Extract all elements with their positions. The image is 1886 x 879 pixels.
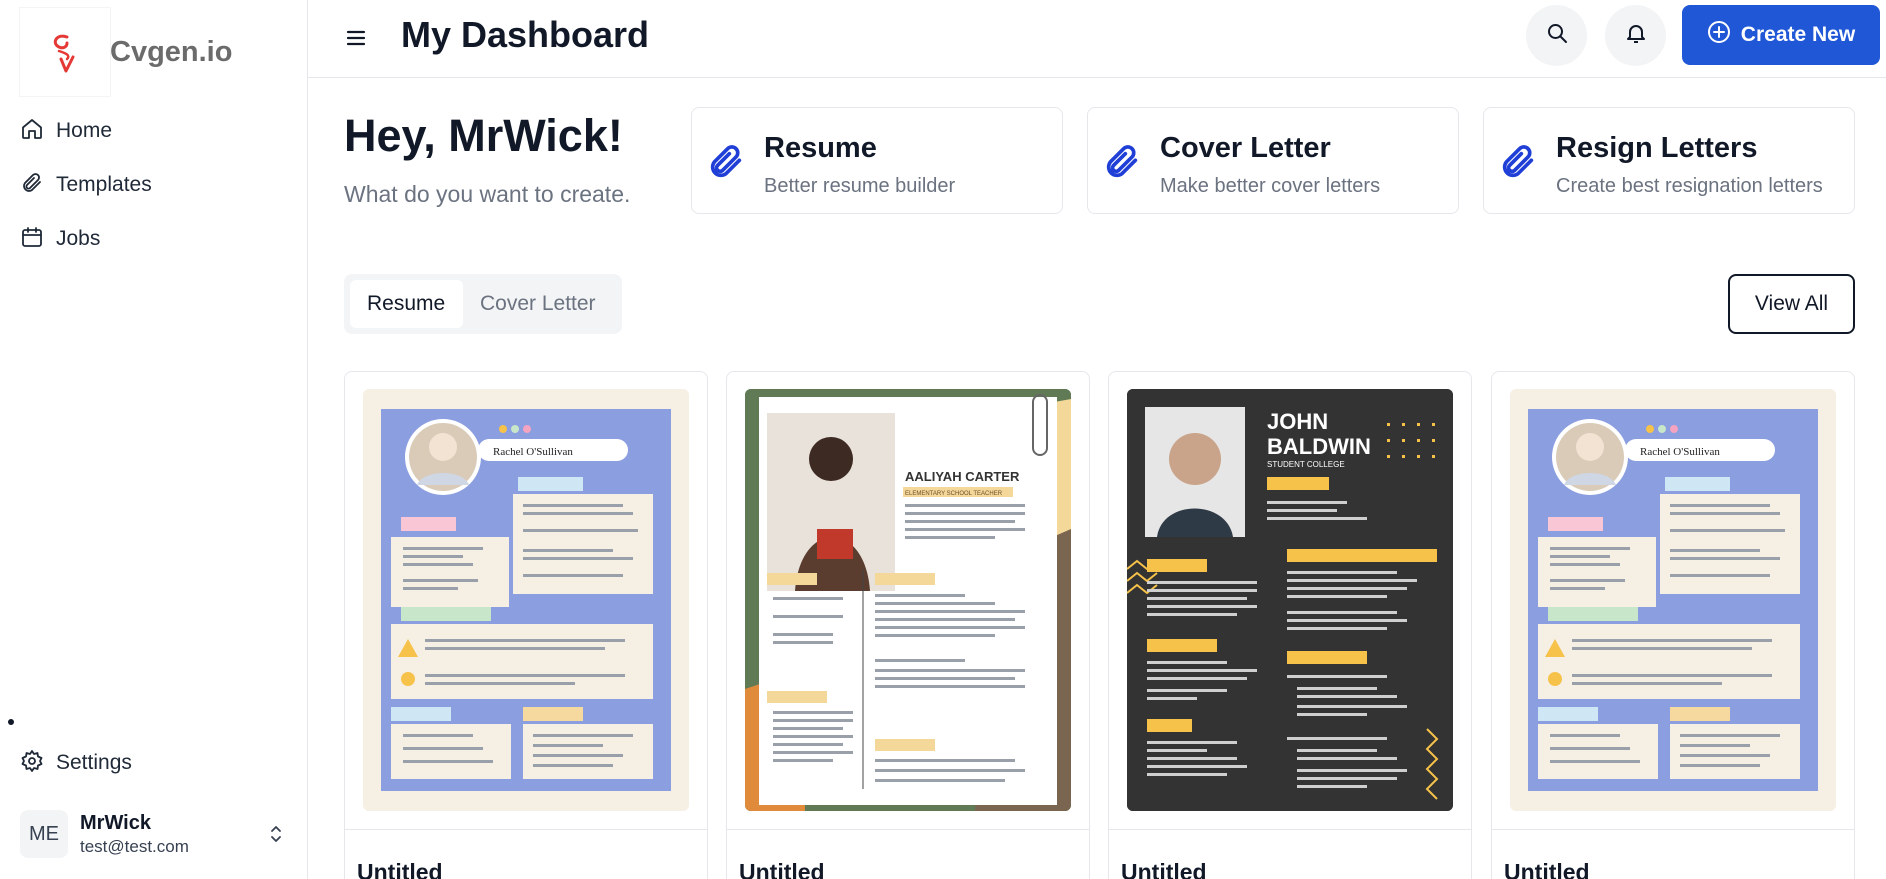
create-resign-letter-card[interactable]: Resign Letters Create best resignation l… [1483, 107, 1855, 214]
greeting-subtitle: What do you want to create. [344, 181, 631, 207]
resume-first-name: JOHN [1267, 409, 1328, 434]
notifications-button[interactable] [1605, 5, 1666, 66]
card-divider [345, 829, 707, 830]
logo-icon [20, 8, 110, 96]
sidebar-item-templates[interactable]: Templates [20, 158, 152, 212]
template-card[interactable]: AALIYAH CARTER ELEMENTARY SCHOOL TEACHER [726, 371, 1090, 879]
template-card[interactable]: Rachel O'Sullivan Untitled [1491, 371, 1855, 879]
resume-person-name: Rachel O'Sullivan [1640, 446, 1720, 458]
resume-person-name: Rachel O'Sullivan [493, 446, 573, 458]
paperclip-icon [1102, 142, 1142, 187]
resume-thumbnail: Rachel O'Sullivan [1510, 389, 1836, 811]
template-card[interactable]: Rachel O'Sullivan Untitled [344, 371, 708, 879]
status-dot [8, 719, 14, 725]
tab-resume[interactable]: Resume [350, 280, 463, 328]
plus-circle-icon [1707, 20, 1741, 50]
view-all-button[interactable]: View All [1728, 274, 1855, 334]
template-name: Untitled [1504, 859, 1590, 879]
card-divider [1492, 829, 1854, 830]
chevron-up-down-icon [266, 822, 286, 851]
resume-role: ELEMENTARY SCHOOL TEACHER [905, 491, 1003, 497]
card-title: Resume [764, 132, 877, 164]
sidebar-item-label: Home [56, 119, 113, 142]
home-icon [20, 117, 44, 146]
page-title: My Dashboard [401, 14, 650, 55]
template-name: Untitled [357, 859, 443, 879]
app-root: Cvgen.io Home Templates Jobs Settings ME… [0, 0, 1886, 879]
user-menu[interactable]: ME MrWick test@test.com [20, 806, 290, 862]
resume-thumbnail: AALIYAH CARTER ELEMENTARY SCHOOL TEACHER [745, 389, 1071, 811]
bell-icon [1624, 21, 1648, 50]
create-cover-letter-card[interactable]: Cover Letter Make better cover letters [1087, 107, 1459, 214]
resume-last-name: BALDWIN [1267, 434, 1371, 459]
brand[interactable]: Cvgen.io [20, 8, 232, 96]
resume-thumbnail: JOHN BALDWIN STUDENT COLLEGE [1127, 389, 1453, 811]
user-email: test@test.com [80, 836, 189, 856]
tab-cover-letter[interactable]: Cover Letter [463, 280, 613, 328]
card-divider [1109, 829, 1471, 830]
create-new-label: Create New [1740, 23, 1856, 46]
settings-label: Settings [56, 751, 132, 774]
resume-role: STUDENT COLLEGE [1267, 460, 1345, 469]
greeting-heading: Hey, MrWick! [344, 110, 623, 161]
user-name: MrWick [80, 811, 151, 834]
card-subtitle: Better resume builder [764, 175, 956, 197]
calendar-icon [20, 225, 44, 254]
menu-button[interactable] [338, 22, 374, 58]
card-subtitle: Make better cover letters [1160, 175, 1381, 197]
resume-person-name: AALIYAH CARTER [905, 469, 1020, 484]
sidebar-nav: Home Templates Jobs [20, 104, 152, 266]
create-new-button[interactable]: Create New [1682, 5, 1880, 65]
paperclip-icon [706, 142, 746, 187]
template-name: Untitled [1121, 859, 1207, 879]
search-icon [1545, 21, 1569, 50]
template-name: Untitled [739, 859, 825, 879]
sidebar-item-label: Templates [56, 173, 152, 196]
resume-thumbnail: Rachel O'Sullivan [363, 389, 689, 811]
sidebar: Cvgen.io Home Templates Jobs Settings ME… [0, 0, 308, 879]
template-tabs: Resume Cover Letter [344, 274, 622, 334]
search-button[interactable] [1526, 5, 1587, 66]
paperclip-icon [20, 171, 44, 200]
brand-name: Cvgen.io [110, 35, 233, 68]
sidebar-item-label: Jobs [56, 227, 101, 250]
hamburger-icon [345, 29, 367, 52]
gear-icon [20, 749, 44, 778]
user-info: MrWick test@test.com [80, 812, 189, 857]
sidebar-item-settings[interactable]: Settings [20, 736, 132, 790]
sidebar-item-jobs[interactable]: Jobs [20, 212, 152, 266]
card-title: Resign Letters [1556, 132, 1758, 164]
top-header: My Dashboard Create New [308, 0, 1886, 78]
create-resume-card[interactable]: Resume Better resume builder [691, 107, 1063, 214]
card-title: Cover Letter [1160, 132, 1331, 164]
sidebar-item-home[interactable]: Home [20, 104, 152, 158]
template-card[interactable]: JOHN BALDWIN STUDENT COLLEGE Untitled [1108, 371, 1472, 879]
paperclip-icon [1498, 142, 1538, 187]
card-divider [727, 829, 1089, 830]
avatar: ME [20, 810, 68, 858]
card-subtitle: Create best resignation letters [1556, 175, 1823, 197]
